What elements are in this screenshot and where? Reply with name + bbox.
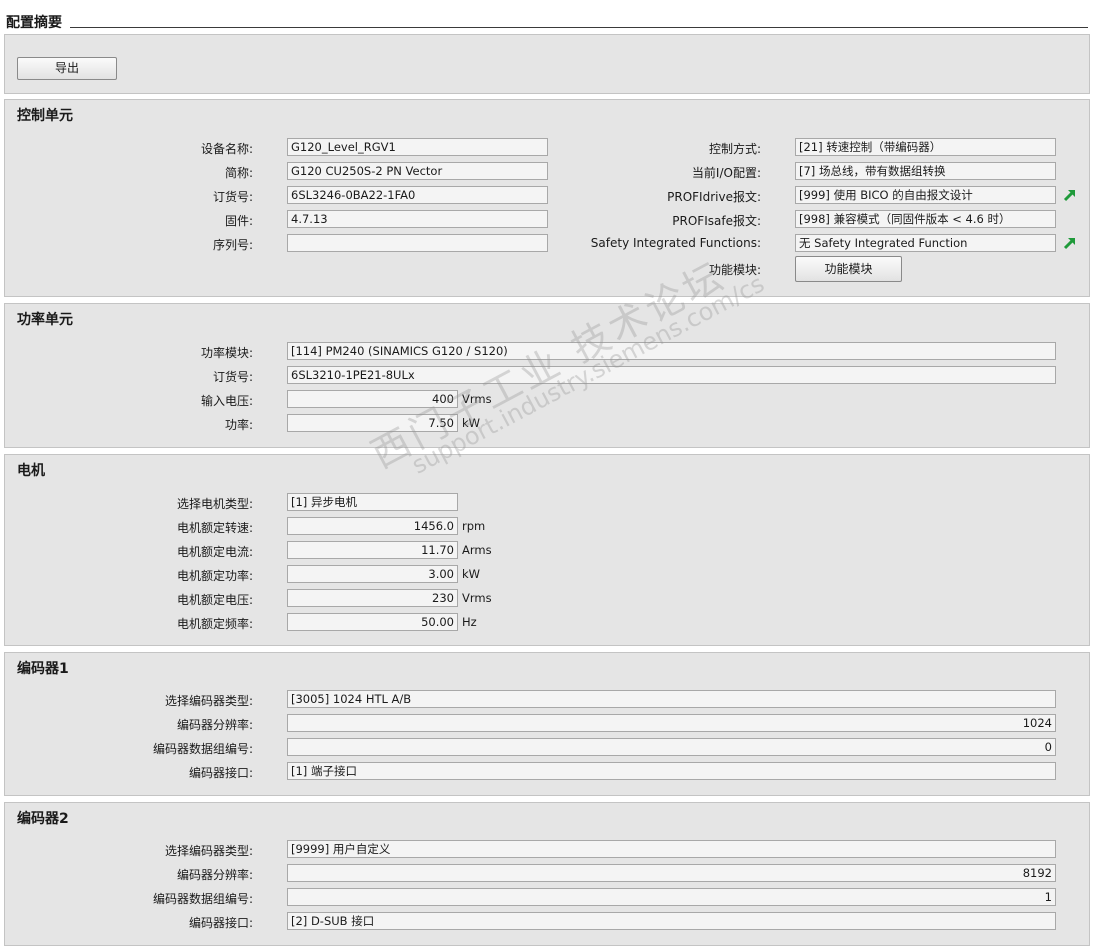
power-order-no-field[interactable]: 6SL3210-1PE21-8ULx bbox=[287, 366, 1056, 384]
motor-frequency-label: 电机额定频率: bbox=[176, 617, 253, 631]
function-module-label: 功能模块: bbox=[708, 263, 761, 277]
motor-power-field[interactable]: 3.00 bbox=[287, 565, 458, 583]
encoder1-type-label: 选择编码器类型: bbox=[164, 694, 253, 708]
firmware-field[interactable]: 4.7.13 bbox=[287, 210, 548, 228]
power-module-label: 功率模块: bbox=[200, 346, 253, 360]
power-unit-title: 功率单元 bbox=[17, 312, 73, 328]
motor-type-label: 选择电机类型: bbox=[176, 497, 253, 511]
device-name-field[interactable]: G120_Level_RGV1 bbox=[287, 138, 548, 156]
input-voltage-field[interactable]: 400 bbox=[287, 390, 458, 408]
encoder1-interface-label: 编码器接口: bbox=[188, 766, 253, 780]
profidrive-field[interactable]: [999] 使用 BICO 的自由报文设计 bbox=[795, 186, 1056, 204]
encoder2-resolution-label: 编码器分辨率: bbox=[176, 868, 253, 882]
power-unit-label: kW bbox=[462, 416, 481, 430]
control-unit-title: 控制单元 bbox=[17, 108, 73, 124]
encoder2-title: 编码器2 bbox=[17, 811, 69, 827]
encoder1-title: 编码器1 bbox=[17, 661, 69, 677]
encoder2-resolution-field[interactable]: 8192 bbox=[287, 864, 1056, 882]
power-module-field[interactable]: [114] PM240 (SINAMICS G120 / S120) bbox=[287, 342, 1056, 360]
motor-voltage-field[interactable]: 230 bbox=[287, 589, 458, 607]
motor-current-field[interactable]: 11.70 bbox=[287, 541, 458, 559]
export-button[interactable]: 导出 bbox=[17, 57, 117, 80]
encoder1-dataset-field[interactable]: 0 bbox=[287, 738, 1056, 756]
encoder2-type-label: 选择编码器类型: bbox=[164, 844, 253, 858]
motor-speed-label: 电机额定转速: bbox=[176, 521, 253, 535]
power-unit-panel: 功率单元 功率模块: [114] PM240 (SINAMICS G120 / … bbox=[4, 303, 1090, 448]
motor-current-unit: Arms bbox=[462, 543, 492, 557]
green-arrow-icon[interactable] bbox=[1063, 188, 1077, 202]
encoder2-dataset-label: 编码器数据组编号: bbox=[152, 892, 253, 906]
motor-type-field[interactable]: [1] 异步电机 bbox=[287, 493, 458, 511]
control-unit-panel: 控制单元 设备名称: G120_Level_RGV1 控制方式: [21] 转速… bbox=[4, 99, 1090, 297]
control-mode-label: 控制方式: bbox=[708, 142, 761, 156]
firmware-label: 固件: bbox=[224, 214, 253, 228]
encoder2-interface-field[interactable]: [2] D-SUB 接口 bbox=[287, 912, 1056, 930]
encoder1-resolution-field[interactable]: 1024 bbox=[287, 714, 1056, 732]
order-no-label: 订货号: bbox=[212, 190, 253, 204]
motor-title: 电机 bbox=[17, 463, 45, 479]
encoder2-interface-label: 编码器接口: bbox=[188, 916, 253, 930]
header-divider bbox=[70, 27, 1088, 28]
safety-field[interactable]: 无 Safety Integrated Function bbox=[795, 234, 1056, 252]
order-no-field[interactable]: 6SL3246-0BA22-1FA0 bbox=[287, 186, 548, 204]
encoder1-panel: 编码器1 选择编码器类型: [3005] 1024 HTL A/B 编码器分辨率… bbox=[4, 652, 1090, 796]
input-voltage-unit: Vrms bbox=[462, 392, 492, 406]
profisafe-label: PROFIsafe报文: bbox=[672, 214, 761, 228]
motor-panel: 电机 选择电机类型: [1] 异步电机 电机额定转速: 1456.0 rpm 电… bbox=[4, 454, 1090, 646]
power-order-no-label: 订货号: bbox=[212, 370, 253, 384]
function-module-button[interactable]: 功能模块 bbox=[795, 256, 902, 282]
encoder2-type-field[interactable]: [9999] 用户自定义 bbox=[287, 840, 1056, 858]
encoder1-dataset-label: 编码器数据组编号: bbox=[152, 742, 253, 756]
motor-frequency-unit: Hz bbox=[462, 615, 477, 629]
input-voltage-label: 输入电压: bbox=[200, 394, 253, 408]
io-config-label: 当前I/O配置: bbox=[691, 166, 761, 180]
motor-speed-field[interactable]: 1456.0 bbox=[287, 517, 458, 535]
export-panel: 导出 bbox=[4, 34, 1090, 94]
encoder2-dataset-field[interactable]: 1 bbox=[287, 888, 1056, 906]
short-name-label: 简称: bbox=[224, 166, 253, 180]
encoder1-type-field[interactable]: [3005] 1024 HTL A/B bbox=[287, 690, 1056, 708]
motor-voltage-label: 电机额定电压: bbox=[176, 593, 253, 607]
motor-current-label: 电机额定电流: bbox=[176, 545, 253, 559]
motor-power-label: 电机额定功率: bbox=[176, 569, 253, 583]
power-label: 功率: bbox=[224, 418, 253, 432]
motor-speed-unit: rpm bbox=[462, 519, 486, 533]
profidrive-label: PROFIdrive报文: bbox=[667, 190, 761, 204]
device-name-label: 设备名称: bbox=[200, 142, 253, 156]
green-arrow-icon[interactable] bbox=[1063, 236, 1077, 250]
power-field[interactable]: 7.50 bbox=[287, 414, 458, 432]
motor-frequency-field[interactable]: 50.00 bbox=[287, 613, 458, 631]
serial-label: 序列号: bbox=[212, 238, 253, 252]
safety-label: Safety Integrated Functions: bbox=[590, 236, 761, 250]
encoder1-resolution-label: 编码器分辨率: bbox=[176, 718, 253, 732]
page-title: 配置摘要 bbox=[6, 12, 66, 32]
encoder1-interface-field[interactable]: [1] 端子接口 bbox=[287, 762, 1056, 780]
io-config-field[interactable]: [7] 场总线，带有数据组转换 bbox=[795, 162, 1056, 180]
control-mode-field[interactable]: [21] 转速控制（带编码器） bbox=[795, 138, 1056, 156]
motor-power-unit: kW bbox=[462, 567, 481, 581]
motor-voltage-unit: Vrms bbox=[462, 591, 492, 605]
profisafe-field[interactable]: [998] 兼容模式（同固件版本 < 4.6 时） bbox=[795, 210, 1056, 228]
serial-field[interactable] bbox=[287, 234, 548, 252]
short-name-field[interactable]: G120 CU250S-2 PN Vector bbox=[287, 162, 548, 180]
encoder2-panel: 编码器2 选择编码器类型: [9999] 用户自定义 编码器分辨率: 8192 … bbox=[4, 802, 1090, 946]
page-header: 配置摘要 bbox=[0, 0, 1094, 34]
